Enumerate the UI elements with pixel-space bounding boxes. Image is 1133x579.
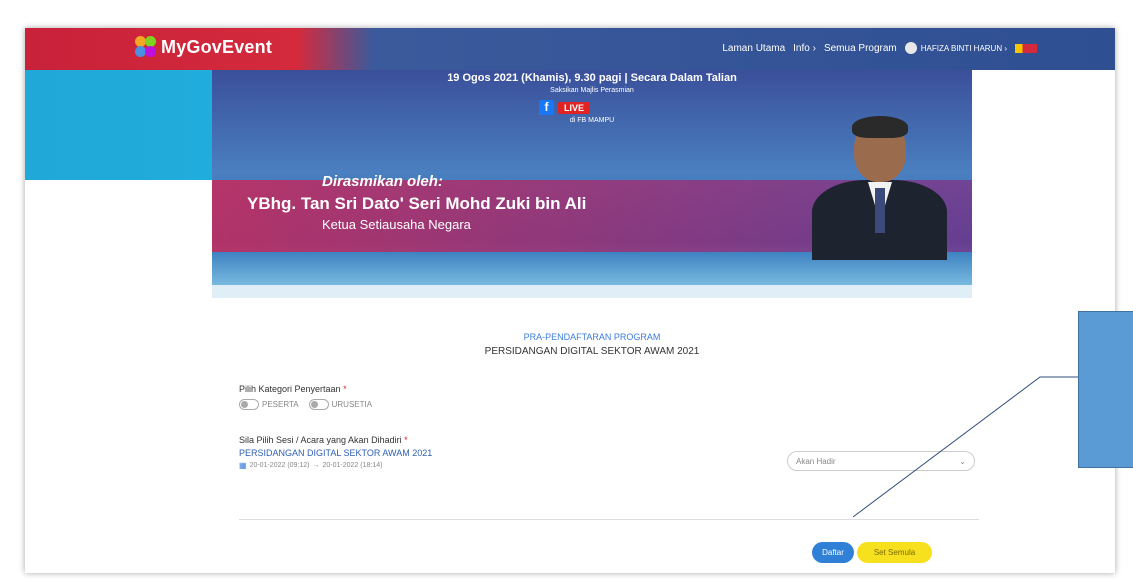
toggle-icon	[239, 399, 259, 410]
session-label: Sila Pilih Sesi / Acara yang Akan Dihadi…	[239, 435, 408, 445]
callout-box	[1078, 311, 1133, 468]
nav-link-all-programs[interactable]: Semua Program	[824, 43, 897, 54]
register-button[interactable]: Daftar	[812, 542, 854, 563]
chevron-down-icon: ⌄	[959, 456, 966, 466]
logo[interactable]: MyGovEvent	[135, 36, 272, 58]
avatar	[904, 42, 917, 54]
attendance-select[interactable]: Akan Hadir ⌄	[787, 451, 975, 471]
banner-officiated-label: Dirasmikan oleh:	[322, 173, 443, 190]
calendar-icon: ▦	[239, 461, 247, 470]
facebook-icon: f	[539, 100, 554, 115]
user-name: HAFIZA BINTI HARUN ›	[920, 43, 1007, 53]
officiant-portrait	[802, 110, 952, 260]
banner-date: 19 Ogos 2021 (Khamis), 9.30 pagi | Secar…	[447, 72, 737, 84]
banner-officiant-role: Ketua Setiausaha Negara	[322, 217, 471, 232]
banner-bottom	[212, 285, 972, 298]
hero-background-right	[965, 70, 1115, 180]
banner-witness-text: Saksikan Majlis Perasmian	[550, 87, 634, 94]
logo-icon	[135, 36, 157, 58]
browser-frame: MyGovEvent Laman Utama Info › Semua Prog…	[25, 28, 1115, 573]
event-banner: 19 Ogos 2021 (Khamis), 9.30 pagi | Secar…	[212, 70, 972, 298]
nav-link-info[interactable]: Info ›	[793, 43, 816, 54]
toggle-icon	[308, 399, 329, 410]
user-menu[interactable]: HAFIZA BINTI HARUN ›	[904, 42, 1007, 54]
option-peserta[interactable]: PESERTA	[239, 399, 299, 410]
category-label: Pilih Kategori Penyertaan *	[239, 384, 347, 394]
banner-live: f LIVE	[539, 100, 591, 115]
registration-form: PRA-PENDAFTARAN PROGRAM PERSIDANGAN DIGI…	[212, 298, 979, 573]
session-start: 20-01-2022 (09:12)	[249, 462, 310, 469]
nav-link-home[interactable]: Laman Utama	[722, 43, 785, 54]
logo-text: MyGovEvent	[161, 36, 273, 57]
form-heading: PRA-PENDAFTARAN PROGRAM	[523, 332, 661, 342]
banner-officiant-name: YBhg. Tan Sri Dato' Seri Mohd Zuki bin A…	[247, 194, 587, 213]
arrow-right-icon: →	[312, 462, 320, 469]
navbar: MyGovEvent Laman Utama Info › Semua Prog…	[25, 28, 1115, 70]
session-dates: ▦ 20-01-2022 (09:12) → 20-01-2022 (18:14…	[239, 461, 382, 470]
category-options: PESERTA URUSETIA	[239, 399, 372, 410]
reset-button[interactable]: Set Semula	[857, 542, 932, 563]
form-title: PERSIDANGAN DIGITAL SEKTOR AWAM 2021	[484, 346, 700, 357]
option-urusetia[interactable]: URUSETIA	[308, 399, 372, 410]
nav-links: Laman Utama Info › Semua Program HAFIZA …	[722, 42, 1037, 54]
session-end: 20-01-2022 (18:14)	[322, 462, 383, 469]
live-badge: LIVE	[558, 101, 591, 114]
divider	[239, 519, 979, 520]
session-name[interactable]: PERSIDANGAN DIGITAL SEKTOR AWAM 2021	[239, 448, 432, 458]
language-flag-icon[interactable]	[1015, 43, 1037, 53]
attendance-value: Akan Hadir	[796, 456, 836, 466]
